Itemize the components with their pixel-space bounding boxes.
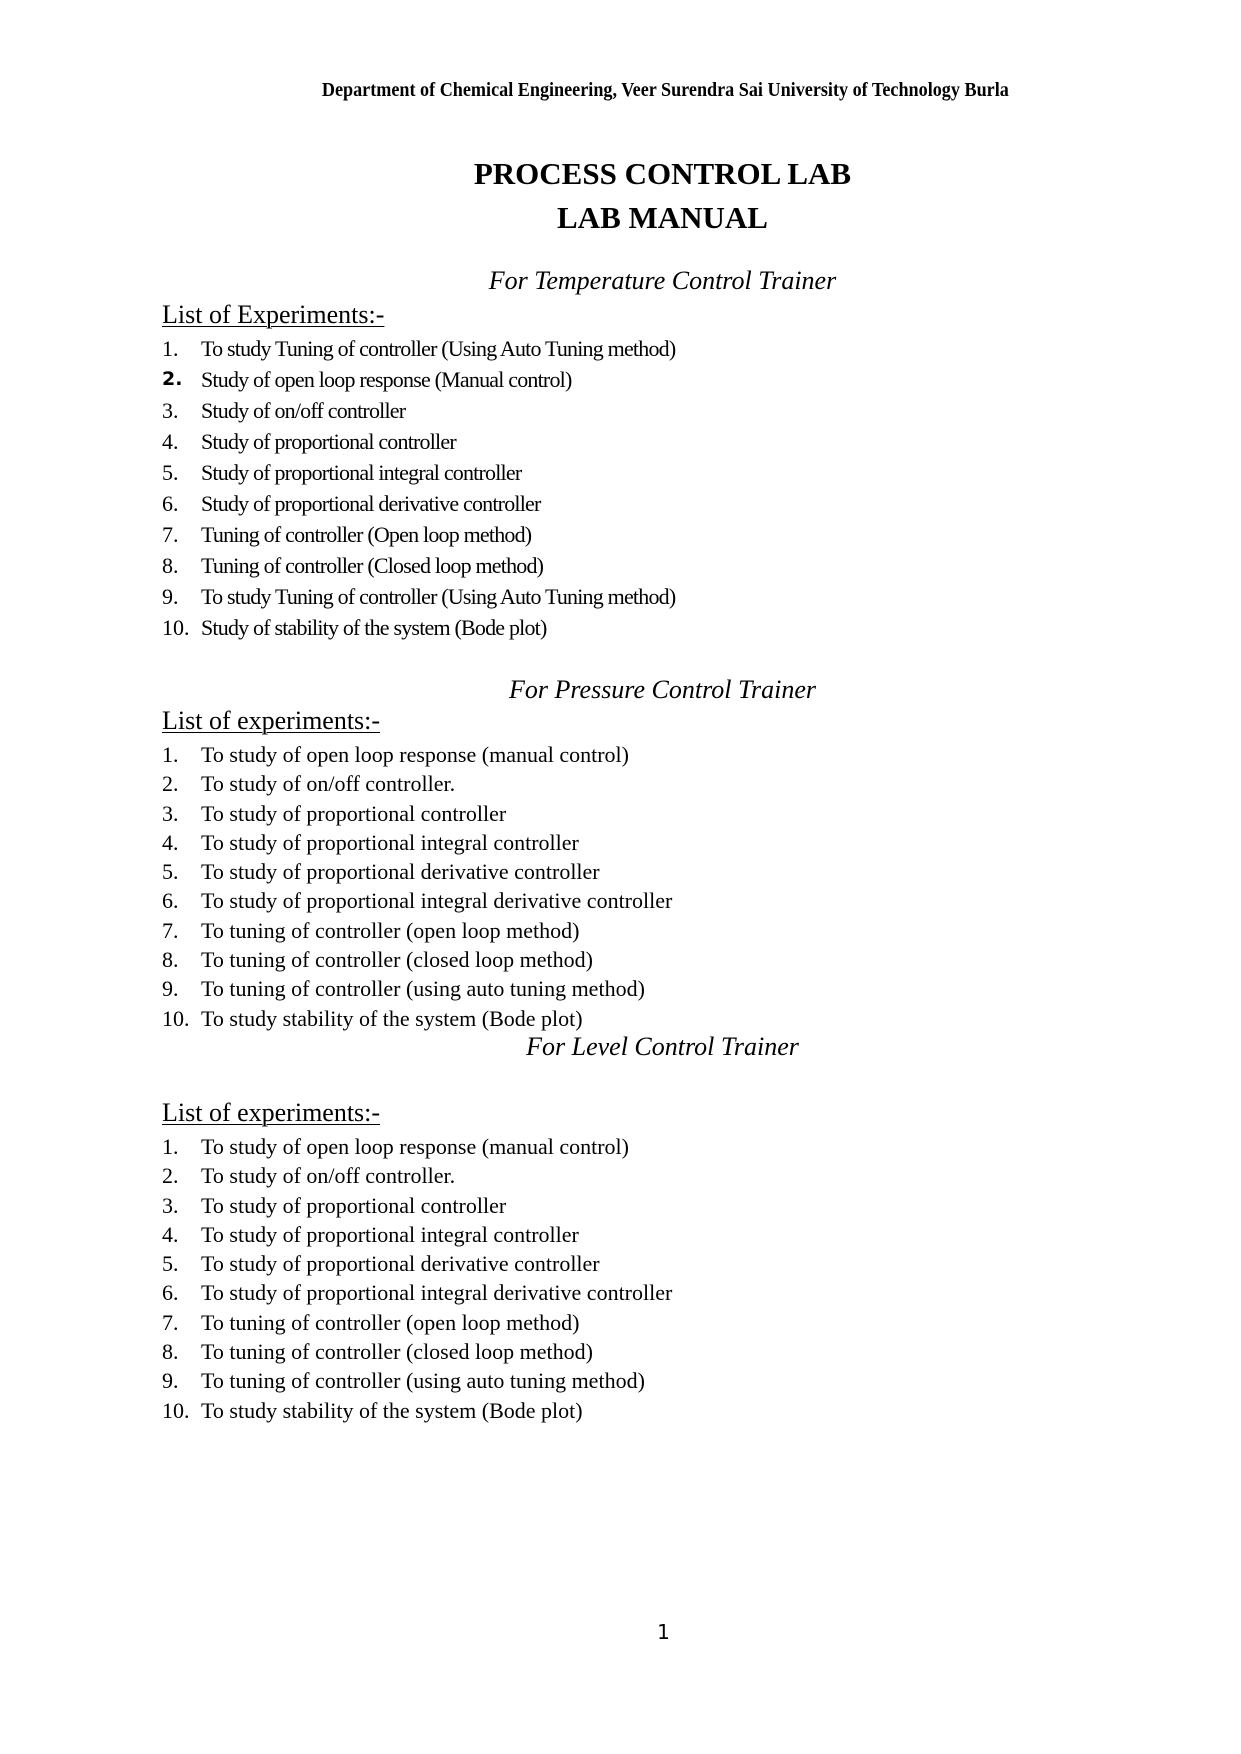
- item-text: To study stability of the system (Bode p…: [201, 1005, 583, 1031]
- item-text: To study of proportional derivative cont…: [201, 859, 600, 885]
- item-text: To study of on/off controller.: [201, 1163, 456, 1189]
- item-number: 5.: [162, 460, 179, 485]
- item-text: Study of stability of the system (Bode p…: [201, 615, 547, 640]
- section-level-list-heading: List of experiments:-: [162, 1098, 381, 1127]
- item-text: Tuning of controller (Open loop method): [201, 522, 532, 547]
- item-text: To study of proportional derivative cont…: [201, 1251, 600, 1277]
- item-text: To study of open loop response (manual c…: [201, 742, 629, 767]
- item-number: 1.: [162, 742, 179, 767]
- item-number: 4.: [162, 1221, 179, 1247]
- item-number: 10.: [162, 1397, 190, 1423]
- item-text: To tuning of controller (using auto tuni…: [201, 1368, 645, 1394]
- item-number: 4.: [162, 429, 179, 454]
- section-subtitle: For Temperature Control Trainer: [488, 266, 837, 295]
- item-text: To study stability of the system (Bode p…: [201, 1397, 583, 1423]
- page-number-text: 1: [657, 1620, 670, 1644]
- item-number: 7.: [162, 917, 179, 943]
- item-number: 2.: [162, 368, 183, 390]
- item-text: To study of proportional integral deriva…: [201, 1280, 673, 1306]
- item-number: 3.: [162, 800, 179, 826]
- item-text: To study of proportional controller: [201, 1192, 507, 1218]
- item-text: To study of open loop response (manual c…: [201, 1134, 629, 1159]
- item-number: 3.: [162, 398, 179, 423]
- item-number: 8.: [162, 947, 179, 973]
- item-text: To study Tuning of controller (Using Aut…: [201, 336, 676, 361]
- item-number: 5.: [162, 1251, 179, 1277]
- item-text: To study of proportional integral deriva…: [201, 888, 673, 914]
- item-number: 6.: [162, 888, 179, 914]
- item-text: To study of on/off controller.: [201, 771, 456, 797]
- item-number: 9.: [162, 584, 179, 609]
- section-subtitle: For Pressure Control Trainer: [509, 675, 816, 704]
- document-title: PROCESS CONTROL LAB: [0, 156, 1241, 192]
- item-text: To study Tuning of controller (Using Aut…: [201, 584, 676, 609]
- item-text: To study of proportional controller: [201, 800, 507, 826]
- item-number: 10.: [162, 1005, 190, 1031]
- title-line-1: PROCESS CONTROL LAB: [473, 156, 852, 191]
- item-number: 2.: [162, 771, 179, 797]
- document-subtitle: LAB MANUAL: [0, 200, 1241, 236]
- section-subtitle: For Level Control Trainer: [526, 1032, 799, 1061]
- item-number: 8.: [162, 553, 179, 578]
- item-text: Study of on/off controller: [201, 398, 406, 423]
- item-text: To study of proportional integral contro…: [201, 829, 579, 855]
- item-text: Study of proportional derivative control…: [201, 491, 541, 516]
- section-temperature-list-heading: List of Experiments:-: [162, 300, 385, 329]
- item-text: Study of open loop response (Manual cont…: [201, 367, 572, 392]
- item-number: 2.: [162, 1163, 179, 1189]
- item-number: 1.: [162, 1134, 179, 1159]
- item-text: Study of proportional integral controlle…: [201, 460, 522, 485]
- item-number: 10.: [162, 615, 190, 640]
- item-number: 1.: [162, 336, 179, 361]
- item-number: 6.: [162, 1280, 179, 1306]
- item-text: Tuning of controller (Closed loop method…: [201, 553, 544, 578]
- item-number: 3.: [162, 1192, 179, 1218]
- section-level-subtitle: For Level Control Trainer: [0, 1032, 1241, 1062]
- item-text: To tuning of controller (closed loop met…: [201, 1339, 593, 1365]
- section-pressure-subtitle: For Pressure Control Trainer: [0, 675, 1241, 705]
- item-number: 6.: [162, 491, 179, 516]
- item-text: To tuning of controller (open loop metho…: [201, 1309, 580, 1335]
- item-number: 9.: [162, 976, 179, 1002]
- item-number: 4.: [162, 829, 179, 855]
- section-temperature-subtitle: For Temperature Control Trainer: [0, 266, 1241, 296]
- item-number: 7.: [162, 522, 179, 547]
- title-line-2: LAB MANUAL: [557, 200, 768, 235]
- item-text: To tuning of controller (open loop metho…: [201, 917, 580, 943]
- item-number: 8.: [162, 1339, 179, 1365]
- section-pressure-list-heading: List of experiments:-: [162, 706, 381, 735]
- page-number: 1: [0, 1620, 1241, 1644]
- item-number: 9.: [162, 1368, 179, 1394]
- item-text: To study of proportional integral contro…: [201, 1221, 579, 1247]
- item-number: 7.: [162, 1309, 179, 1335]
- item-number: 5.: [162, 859, 179, 885]
- item-text: Study of proportional controller: [201, 429, 457, 454]
- item-text: To tuning of controller (using auto tuni…: [201, 976, 645, 1002]
- department-header: Department of Chemical Engineering, Veer…: [322, 80, 1009, 101]
- page-header: Department of Chemical Engineering, Veer…: [0, 80, 1241, 102]
- item-text: To tuning of controller (closed loop met…: [201, 947, 593, 973]
